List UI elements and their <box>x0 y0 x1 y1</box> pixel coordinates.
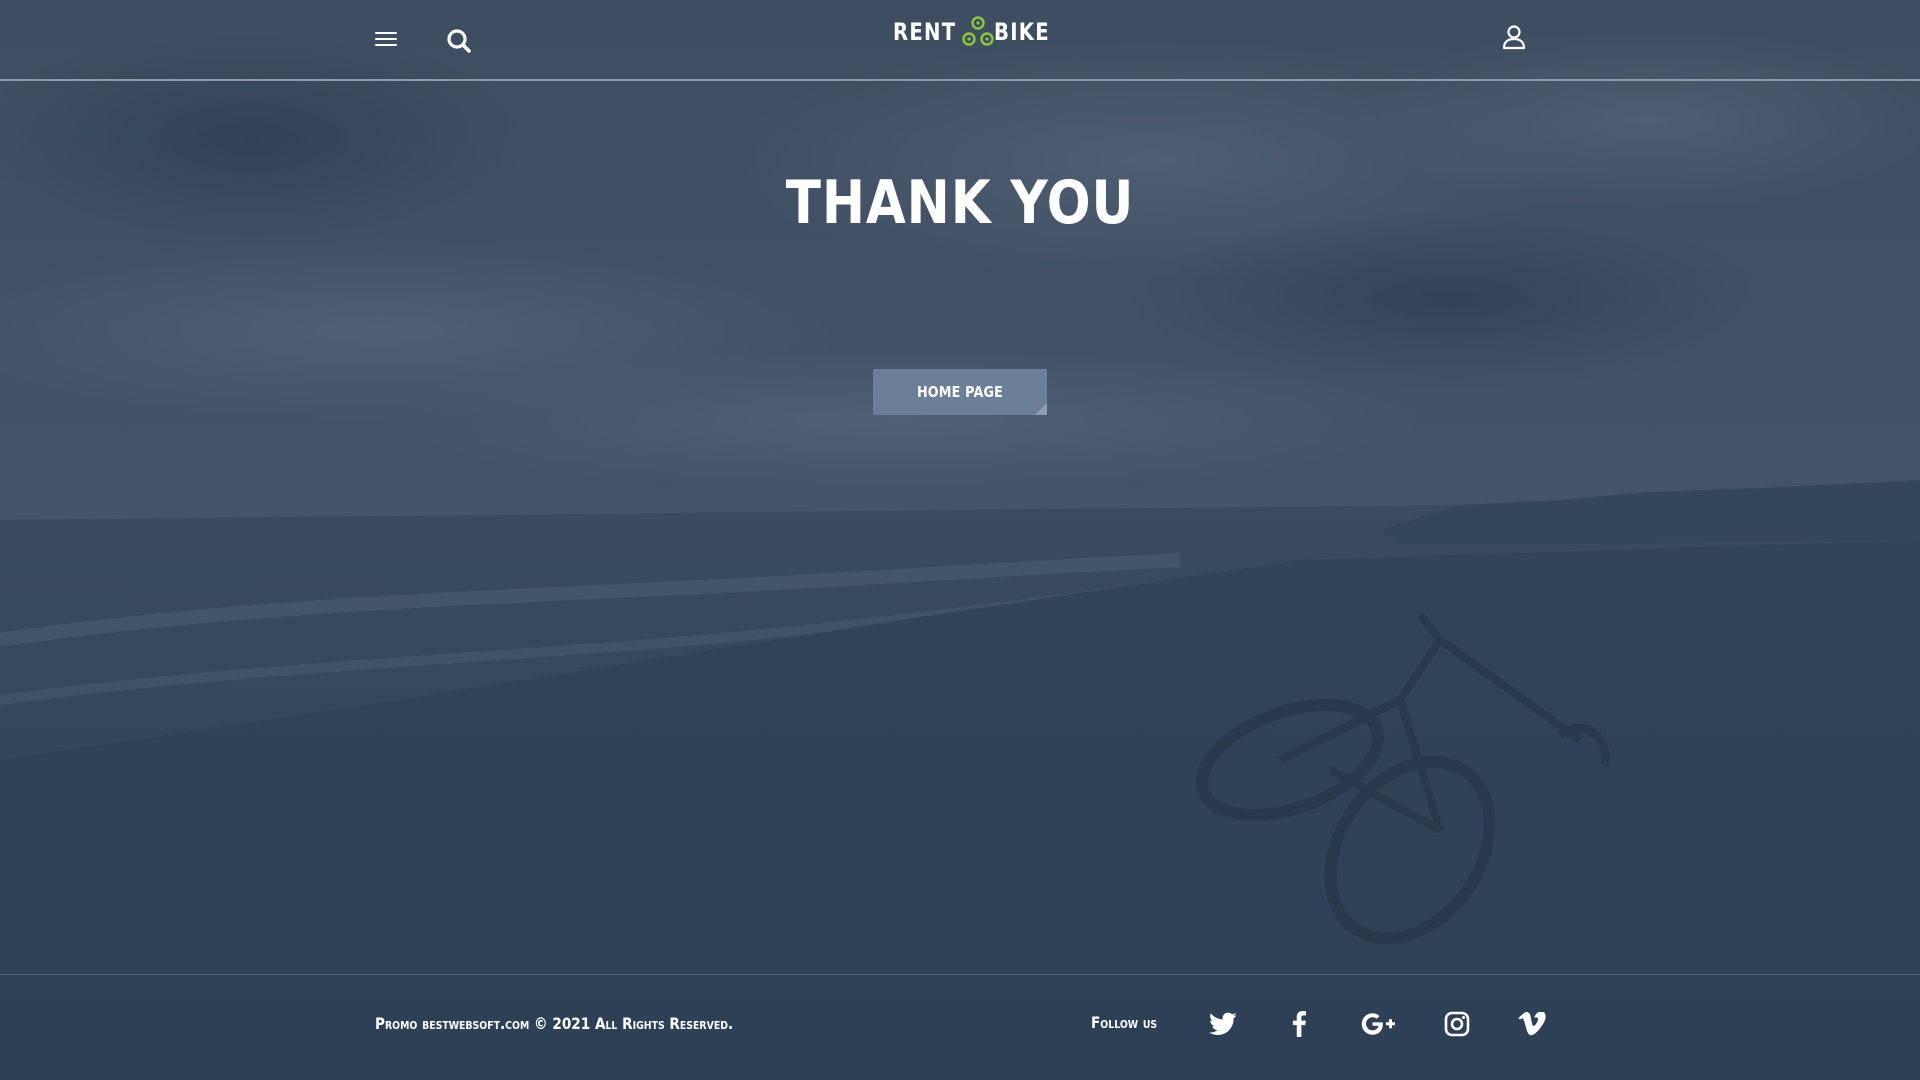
logo-text-bike: BIKE <box>994 18 1051 46</box>
site-logo[interactable]: RENT BIKE <box>893 14 1063 50</box>
home-page-button-label: HOME PAGE <box>916 383 1004 401</box>
bike-chain-logo-icon <box>962 16 995 46</box>
vimeo-icon[interactable] <box>1516 1009 1548 1039</box>
button-corner-decoration <box>1035 403 1047 415</box>
facebook-icon[interactable] <box>1283 1009 1315 1039</box>
search-icon[interactable] <box>444 26 474 56</box>
google-plus-icon[interactable] <box>1360 1009 1398 1039</box>
thank-you-page: RENT BIKE THANK YOU HOME PAGE Promo best… <box>0 0 1920 1080</box>
hamburger-menu-icon[interactable] <box>373 28 401 50</box>
background-beach-image <box>0 0 1920 1080</box>
footer-divider <box>0 974 1920 975</box>
logo-text-rent: RENT <box>893 18 957 46</box>
follow-us-label: Follow us <box>1091 1013 1158 1032</box>
user-account-icon[interactable] <box>1500 23 1528 51</box>
home-page-button[interactable]: HOME PAGE <box>873 369 1047 415</box>
copyright-text: Promo bestwebsoft.com © 2021 All Rights … <box>375 1014 734 1033</box>
twitter-icon[interactable] <box>1207 1009 1239 1039</box>
instagram-icon[interactable] <box>1441 1009 1473 1039</box>
site-header: RENT BIKE <box>0 0 1920 81</box>
page-title: THANK YOU <box>785 168 1135 238</box>
